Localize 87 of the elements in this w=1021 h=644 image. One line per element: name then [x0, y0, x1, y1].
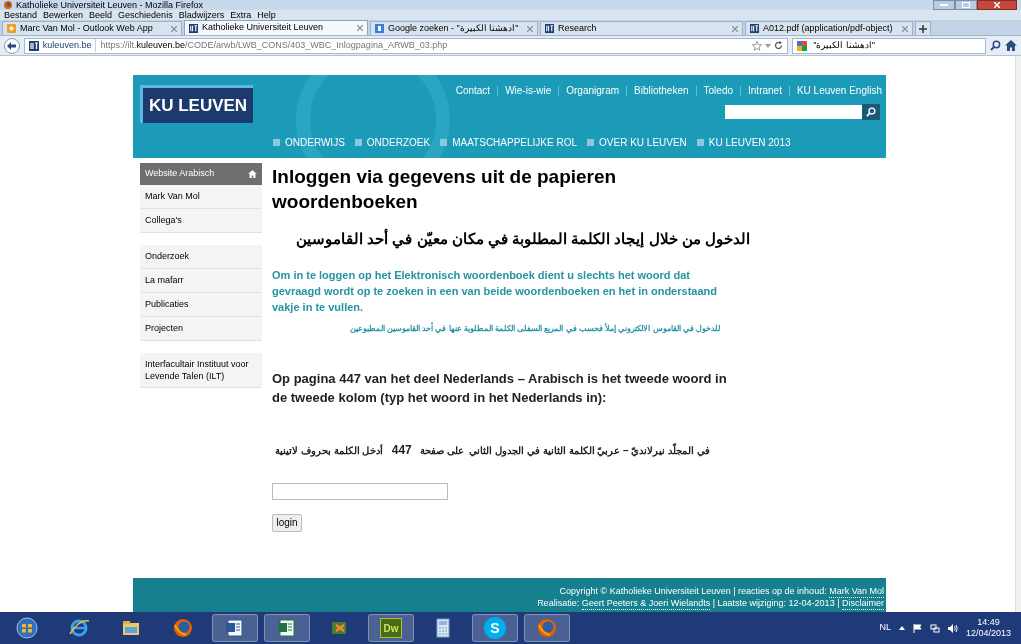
taskbar-button[interactable]: Dw — [368, 614, 414, 642]
close-icon[interactable] — [527, 25, 533, 32]
site-icon — [750, 24, 759, 33]
dropdown-icon[interactable] — [765, 43, 772, 48]
document-icon — [224, 617, 246, 639]
menu-item[interactable]: Bestand — [4, 10, 38, 20]
footer-link[interactable]: Geert Peeters & Joeri Wielandts — [581, 598, 711, 610]
caret-icon[interactable] — [898, 626, 905, 630]
site-search-button[interactable] — [862, 104, 880, 120]
close-icon[interactable] — [171, 25, 177, 32]
footer-text: | Laatste wijziging: 12-04-2013 | — [711, 598, 841, 610]
page-heading: Inloggen via gegevens uit de papieren woordenboeken — [272, 165, 618, 214]
search-icon[interactable] — [990, 40, 1002, 51]
close-icon[interactable] — [357, 25, 363, 31]
google-icon — [797, 40, 810, 51]
browser-tab[interactable]: A012.pdf (application/pdf-object) — [745, 21, 913, 35]
site-icon — [545, 24, 554, 33]
login-button[interactable]: login — [272, 513, 302, 532]
firefox-icon — [4, 1, 12, 9]
star-icon[interactable] — [752, 40, 763, 51]
google-icon — [375, 24, 384, 33]
menu-item[interactable]: Beeld — [89, 10, 113, 20]
home-icon[interactable] — [1005, 40, 1017, 51]
maximize-icon — [962, 2, 970, 8]
dreamweaver-icon: Dw — [380, 618, 402, 638]
new-tab-button[interactable] — [915, 21, 931, 35]
site-identity: kuleuven.be — [42, 38, 97, 53]
site-icon — [28, 40, 39, 51]
menu-item[interactable]: Bewerken — [43, 10, 84, 20]
menu-item[interactable]: Extra — [230, 10, 252, 20]
speaker-icon[interactable] — [947, 623, 958, 633]
browser-icon — [68, 617, 90, 639]
window-title: Katholieke Universiteit Leuven - Mozilla Firefox — [16, 0, 204, 10]
arabic-intro: للدخول في القاموس الالكتروني إملأ فحسب في المربع السفلى الكلمة المطلوبة عنها في أحد القاموسين المطبوعين — [349, 322, 720, 335]
site-icon — [189, 23, 198, 33]
footer-link[interactable]: Disclaimer — [842, 598, 884, 610]
taskbar-button[interactable] — [212, 614, 258, 642]
question-text: Op pagina 447 van het deel Nederlands – Arabisch is het tweede woord in de tweede kolom (typ het woord in het Nederlands in): — [272, 369, 728, 407]
plus-icon — [919, 24, 927, 33]
clock[interactable]: 14:49 12/04/2013 — [965, 617, 1011, 639]
browser-tab[interactable]: Katholieke Universiteit Leuven — [184, 20, 368, 35]
firefox-icon — [172, 617, 194, 639]
outlook-icon — [7, 24, 16, 33]
search-field[interactable]: "ادهشنا الكبيرة" — [792, 37, 987, 54]
sidebar-item[interactable]: Website Arabisch — [140, 163, 262, 185]
intro-paragraph: Om in te loggen op het Elektronisch woordenboek dient u slechts het woord dat gevraagd wordt op te zoeken in een van beide woordenboeken en het in onderstaand vakje in te vullen. — [272, 267, 718, 315]
start-icon — [16, 617, 38, 639]
taskbar-button[interactable] — [264, 614, 310, 642]
back-arrow-icon — [7, 41, 17, 50]
answer-field[interactable] — [272, 482, 448, 500]
language-indicator[interactable]: NL — [879, 621, 891, 635]
sidebar-item[interactable]: Mark Van Mol — [140, 184, 262, 209]
browser-tab[interactable]: Marc Van Mol - Outlook Web App — [2, 21, 182, 35]
menu-item[interactable]: Bladwijzers — [178, 10, 225, 20]
reload-icon[interactable] — [774, 41, 784, 50]
close-button[interactable] — [977, 0, 1017, 10]
home-icon — [248, 169, 257, 178]
skype-icon: S — [484, 617, 506, 639]
footer-link[interactable]: Mark Van Mol — [829, 586, 884, 598]
minimize-icon — [940, 4, 948, 6]
ku-leuven-logo[interactable]: KU LEUVEN — [140, 85, 253, 123]
footer-text: Realisatie: — [537, 598, 581, 610]
menu-item[interactable]: Help — [257, 10, 276, 20]
arabic-heading: الدخول من خلال إيجاد الكلمة المطلوبة في مكان معيّن في أحد القاموسين — [296, 228, 750, 251]
sidebar-item[interactable]: Interfacultair Instituut voor Levende Talen (ILT) — [140, 352, 262, 388]
back-button[interactable] — [4, 37, 20, 54]
menu-item[interactable]: Geschiedenis — [118, 10, 173, 20]
sidebar-item[interactable]: Onderzoek — [140, 244, 262, 269]
browser-tab[interactable]: Research — [540, 21, 743, 35]
site-search-field[interactable] — [725, 105, 862, 119]
firefox-icon — [536, 617, 558, 639]
minimize-button[interactable] — [933, 0, 955, 10]
flag-icon[interactable] — [912, 623, 922, 633]
close-icon — [994, 2, 1000, 8]
search-icon — [866, 107, 876, 117]
sidebar-item[interactable]: Projecten — [140, 316, 262, 341]
sidebar-item[interactable]: La mafarr — [140, 268, 262, 293]
spreadsheet-icon — [276, 617, 298, 639]
close-icon[interactable] — [732, 25, 738, 32]
address-bar[interactable]: kuleuven.be https://ilt.kuleuven.be/CODE/arwb/LWB_CONS/403_WBC_Inlogpagina_ARWB_03.php — [23, 37, 789, 54]
sidebar-item[interactable]: Publicaties — [140, 292, 262, 317]
network-icon[interactable] — [929, 623, 940, 633]
footer-text: Copyright © Katholieke Universiteit Leuven | reacties op de inhoud: — [559, 586, 828, 598]
sidebar-item[interactable]: Collega's — [140, 208, 262, 233]
url-text: https://ilt.kuleuven.be/CODE/arwb/LWB_CONS/403_WBC_Inlogpagina_ARWB_03.php — [100, 38, 448, 52]
browser-tab[interactable]: "ادهشنا الكبيرة" - Google zoeken — [370, 21, 538, 35]
close-icon[interactable] — [902, 25, 908, 32]
